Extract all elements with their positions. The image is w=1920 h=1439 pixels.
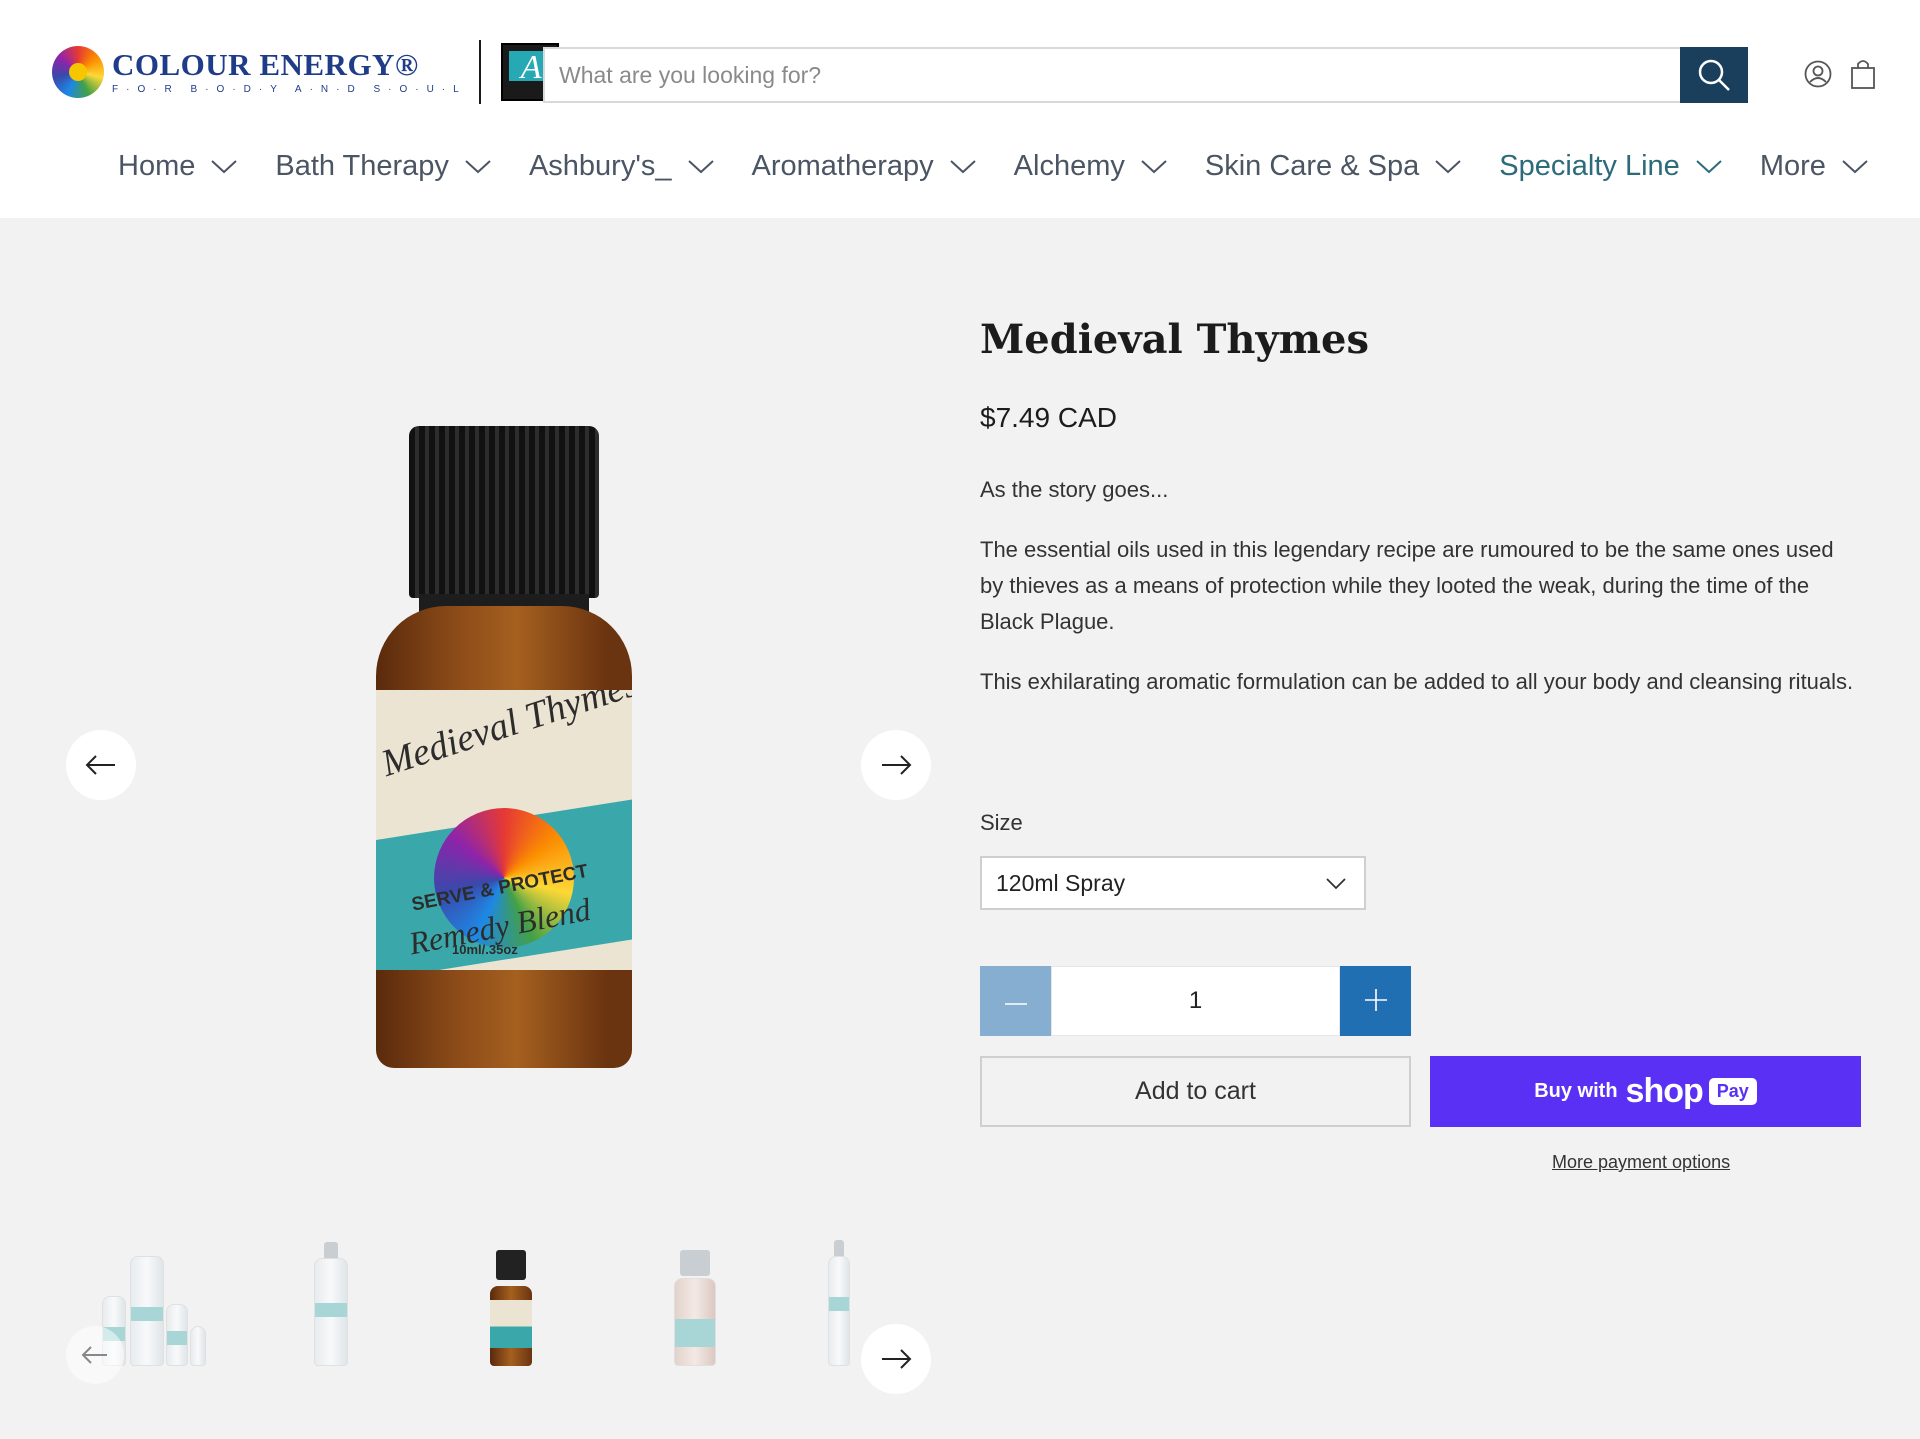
nav-item-label: Ashbury's_ <box>528 150 672 182</box>
buy-with-shop-pay-button[interactable]: Buy with shop Pay <box>1430 1056 1861 1127</box>
thumbnail-label <box>315 1303 347 1317</box>
thumbnail-label <box>490 1300 532 1348</box>
search-button[interactable] <box>1680 47 1748 103</box>
account-icon[interactable] <box>1804 60 1832 88</box>
quantity-input[interactable] <box>1051 966 1340 1036</box>
bottle-label: Medieval Thymes SERVE & PROTECT Remedy B… <box>376 690 632 970</box>
thumbnail-bottle <box>166 1304 188 1366</box>
nav-item-more[interactable]: More <box>1760 150 1868 183</box>
pay-badge: Pay <box>1708 1078 1757 1105</box>
nav-item-bath-therapy[interactable]: Bath Therapy <box>275 150 491 183</box>
search-icon <box>1698 59 1730 91</box>
nav-item-label: Skin Care & Spa <box>1204 150 1420 182</box>
nav-item-label: Specialty Line <box>1499 150 1680 182</box>
nav-item-label: Alchemy <box>1013 150 1125 182</box>
search-bar <box>543 47 1748 103</box>
size-select-value: 120ml Spray <box>996 870 1126 896</box>
thumbnail-cap <box>496 1250 526 1280</box>
chevron-down-icon <box>211 159 238 173</box>
thumbnail-label <box>829 1297 849 1311</box>
nav-item-home[interactable]: Home <box>118 150 238 183</box>
thumbnail-bottle <box>130 1256 164 1366</box>
quantity-increase-button[interactable] <box>1340 966 1411 1036</box>
nav-item-ashburys[interactable]: Ashbury's_ <box>529 150 714 183</box>
chevron-down-icon <box>949 159 976 173</box>
thumbnail-next-button[interactable] <box>861 1324 931 1394</box>
label-volume: 10ml/.35oz <box>452 942 518 957</box>
arrow-right-icon <box>882 1349 912 1369</box>
nav-item-label: Home <box>118 150 196 182</box>
minus-icon <box>1004 1002 1027 1005</box>
thumbnail-bottle <box>828 1256 850 1366</box>
site-header: COLOUR ENERGY® F·O·R B·O·D·Y A·N·D S·O·U… <box>0 0 1920 218</box>
quantity-stepper <box>980 966 1411 1036</box>
nav-item-label: More <box>1759 150 1826 182</box>
product-description: As the story goes... The essential oils … <box>980 472 1860 724</box>
thumbnail-bottle <box>490 1286 532 1366</box>
chevron-down-icon <box>1326 878 1346 890</box>
gallery-prev-button[interactable] <box>66 730 136 800</box>
description-paragraph: This exhilarating aromatic formulation c… <box>980 669 1854 694</box>
nav-item-aromatherapy[interactable]: Aromatherapy <box>752 150 976 183</box>
search-input[interactable] <box>545 49 1679 101</box>
quantity-decrease-button[interactable] <box>980 966 1051 1036</box>
logo-divider <box>478 40 481 104</box>
product-title: Medieval Thymes <box>980 316 1370 363</box>
arrow-right-icon <box>882 755 912 775</box>
description-paragraph: The essential oils used in this legendar… <box>980 537 1834 634</box>
thumbnail-label <box>675 1319 715 1347</box>
ashburys-logo-letter: A <box>520 49 542 86</box>
thumbnail-label <box>167 1331 187 1345</box>
logo-tagline: F·O·R B·O·D·Y A·N·D S·O·U·L <box>112 84 467 95</box>
thumbnail-strip <box>60 1236 940 1436</box>
thumbnail-2[interactable] <box>260 1236 390 1376</box>
size-label: Size <box>980 810 1023 835</box>
logo-name: COLOUR ENERGY® <box>112 47 419 82</box>
arrow-left-icon <box>85 755 115 775</box>
chevron-down-icon <box>687 159 714 173</box>
nav-item-label: Aromatherapy <box>751 150 934 182</box>
logo-wordmark: COLOUR ENERGY® F·O·R B·O·D·Y A·N·D S·O·U… <box>112 49 467 95</box>
bottle-cap <box>409 426 599 598</box>
gallery-next-button[interactable] <box>861 730 931 800</box>
chevron-down-icon <box>1842 159 1868 173</box>
thumbnail-bottle <box>314 1258 348 1366</box>
cart-icon[interactable] <box>1850 58 1876 90</box>
buy-with-label: Buy with <box>1534 1080 1618 1102</box>
thumbnail-label <box>131 1307 163 1321</box>
product-gallery: Medieval Thymes SERVE & PROTECT Remedy B… <box>60 218 940 1439</box>
chevron-down-icon <box>1435 159 1461 173</box>
sunburst-logo-icon <box>52 46 104 98</box>
chevron-down-icon <box>1141 159 1167 173</box>
label-title: Medieval Thymes <box>376 690 632 785</box>
description-paragraph: As the story goes... <box>980 477 1169 502</box>
thumbnail-cap <box>680 1250 710 1276</box>
thumbnail-prev-button[interactable] <box>66 1326 124 1384</box>
main-navigation: Home Bath Therapy Ashbury's_ Aromatherap… <box>118 150 1906 183</box>
shop-logo-text: shop <box>1625 1072 1704 1110</box>
nav-item-skin-care-spa[interactable]: Skin Care & Spa <box>1205 150 1461 183</box>
product-image[interactable]: Medieval Thymes SERVE & PROTECT Remedy B… <box>376 426 686 1068</box>
size-select[interactable]: 120ml Spray <box>980 856 1366 910</box>
site-logo[interactable]: COLOUR ENERGY® F·O·R B·O·D·Y A·N·D S·O·U… <box>52 40 559 104</box>
chevron-down-icon <box>465 159 491 173</box>
bottle-glass: Medieval Thymes SERVE & PROTECT Remedy B… <box>376 606 632 1068</box>
more-payment-options-link[interactable]: More payment options <box>1552 1152 1730 1173</box>
thumbnail-bottle <box>674 1278 716 1366</box>
product-price: $7.49 CAD <box>980 402 1117 433</box>
thumbnail-4[interactable] <box>620 1236 750 1376</box>
thumbnail-bottle <box>190 1326 206 1366</box>
add-to-cart-button[interactable]: Add to cart <box>980 1056 1411 1127</box>
nav-item-specialty-line[interactable]: Specialty Line <box>1499 150 1722 183</box>
nav-item-label: Bath Therapy <box>275 150 449 182</box>
plus-icon <box>1364 988 1387 1011</box>
arrow-left-icon <box>81 1346 107 1364</box>
nav-item-alchemy[interactable]: Alchemy <box>1014 150 1167 183</box>
thumbnail-3[interactable] <box>440 1236 570 1376</box>
chevron-down-icon <box>1696 159 1722 173</box>
